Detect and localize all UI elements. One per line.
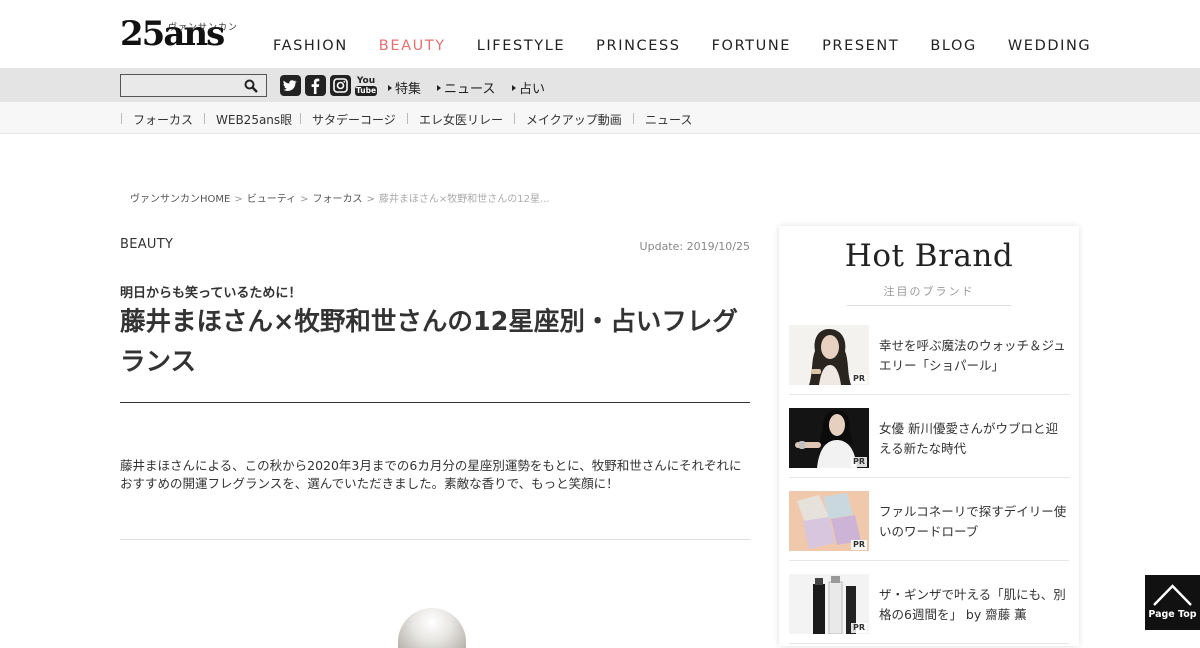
main-nav-fortune[interactable]: FORTUNE xyxy=(712,38,791,58)
breadcrumb-home[interactable]: ヴァンサンカンHOME xyxy=(130,194,230,205)
youtube-icon[interactable]: You Tube xyxy=(355,76,377,97)
hot-brand-subtitle: 注目のブランド xyxy=(883,285,975,298)
main-nav-beauty[interactable]: BEAUTY xyxy=(379,38,446,58)
search-icon[interactable] xyxy=(244,79,258,93)
article-update-date: Update: 2019/10/25 xyxy=(639,240,750,253)
fragrance-bottle-image xyxy=(398,608,466,648)
site-header: 25ans ヴァンサンカン FASHION BEAUTY LIFESTYLE P… xyxy=(0,0,1200,68)
main-nav-blog[interactable]: BLOG xyxy=(930,38,977,58)
instagram-icon[interactable] xyxy=(330,75,351,96)
main-nav-lifestyle[interactable]: LIFESTYLE xyxy=(477,38,565,58)
twitter-icon[interactable] xyxy=(280,75,301,96)
brand-thumbnail[interactable]: PR xyxy=(789,574,869,634)
article-category[interactable]: BEAUTY xyxy=(120,237,173,252)
category-nav: フォーカス WEB25ans眼 サタデーコージ エレ女医リレー メイクアップ動画… xyxy=(0,102,1200,134)
breadcrumb-separator: > xyxy=(366,194,375,205)
content-divider xyxy=(120,539,750,540)
hot-brand-item[interactable]: PR 女優 新川優愛さんがウブロと迎える新たな時代 xyxy=(789,395,1069,478)
title-divider xyxy=(120,402,750,403)
site-logo-kana: ヴァンサンカン xyxy=(168,23,239,33)
hot-brand-title: Hot Brand xyxy=(844,238,1014,274)
page-top-button[interactable]: Page Top xyxy=(1145,575,1200,630)
page-title: 藤井まほさん×牧野和世さんの12星座別・占いフレグランス xyxy=(120,307,738,377)
brand-thumbnail[interactable]: PR xyxy=(789,491,869,551)
category-doctor-relay[interactable]: エレ女医リレー xyxy=(419,111,503,128)
hot-brand-item-text[interactable]: 女優 新川優愛さんがウブロと迎える新たな時代 xyxy=(879,419,1067,459)
youtube-you-text: You xyxy=(356,76,376,86)
utility-bar: You Tube 特集 ニュース 占い xyxy=(0,68,1200,102)
sub-nav-fortune[interactable]: 占い xyxy=(512,78,545,97)
category-separator xyxy=(407,113,408,124)
main-nav-wedding[interactable]: WEDDING xyxy=(1008,38,1091,58)
hot-brand-item-text[interactable]: ファルコネーリで探すデイリー使いのワードローブ xyxy=(879,502,1067,542)
category-focus[interactable]: フォーカス xyxy=(133,111,193,128)
breadcrumb: ヴァンサンカンHOME > ビューティ > フォーカス > 藤井まほさん×牧野和世さんの12… xyxy=(130,190,550,205)
article-lead: 藤井まほさんによる、この秋から2020年3月までの6カ月分の星座別運勢をもとに、… xyxy=(120,458,742,491)
hot-brand-item-text[interactable]: 幸せを呼ぶ魔法のウォッチ＆ジュエリー「ショパール」 xyxy=(879,336,1067,376)
breadcrumb-beauty[interactable]: ビューティ xyxy=(247,194,296,205)
category-saturday-koji[interactable]: サタデーコージ xyxy=(312,111,396,128)
brand-thumbnail[interactable]: PR xyxy=(789,408,869,468)
breadcrumb-focus[interactable]: フォーカス xyxy=(313,194,363,205)
facebook-icon[interactable] xyxy=(305,75,326,96)
hot-brand-item[interactable]: PR ファルコネーリで探すデイリー使いのワードローブ xyxy=(789,478,1069,561)
main-nav-princess[interactable]: PRINCESS xyxy=(596,38,680,58)
hot-brand-item[interactable]: PR 幸せを呼ぶ魔法のウォッチ＆ジュエリー「ショパール」 xyxy=(789,312,1069,395)
pr-badge: PR xyxy=(850,374,867,384)
category-separator xyxy=(204,113,205,124)
breadcrumb-separator: > xyxy=(234,194,243,205)
pr-badge: PR xyxy=(850,623,867,633)
hot-brand-item[interactable]: PR ザ・ギンザで叶える「肌にも、別格の6週間を」 by 齋藤 薫 xyxy=(789,561,1069,644)
hot-brand-divider xyxy=(847,305,1011,306)
category-separator xyxy=(633,113,634,124)
main-nav-present[interactable]: PRESENT xyxy=(822,38,899,58)
main-nav: FASHION BEAUTY LIFESTYLE PRINCESS FORTUN… xyxy=(258,38,1091,58)
page-top-label: Page Top xyxy=(1148,609,1197,620)
pr-badge: PR xyxy=(850,540,867,550)
hot-brand-item-text[interactable]: ザ・ギンザで叶える「肌にも、別格の6週間を」 by 齋藤 薫 xyxy=(879,585,1067,625)
brand-thumbnail[interactable]: PR xyxy=(789,325,869,385)
breadcrumb-current: 藤井まほさん×牧野和世さんの12星... xyxy=(378,194,550,205)
category-separator xyxy=(514,113,515,124)
category-web25ans-eye[interactable]: WEB25ans眼 xyxy=(216,111,292,128)
category-separator xyxy=(121,113,122,124)
sub-nav-feature[interactable]: 特集 xyxy=(388,78,421,97)
main-nav-fashion[interactable]: FASHION xyxy=(273,38,348,58)
hot-brand-panel: Hot Brand 注目のブランド PR 幸せを呼ぶ魔法のウォッチ＆ジュエリー「… xyxy=(779,226,1079,646)
article-subtitle: 明日からも笑っているために！ xyxy=(120,286,302,301)
category-makeup-video[interactable]: メイクアップ動画 xyxy=(526,111,622,128)
sub-nav-news[interactable]: ニュース xyxy=(437,78,495,97)
category-news[interactable]: ニュース xyxy=(645,111,692,128)
pr-badge: PR xyxy=(850,457,867,467)
category-separator xyxy=(300,113,301,124)
youtube-tube-text: Tube xyxy=(355,86,377,96)
breadcrumb-separator: > xyxy=(300,194,309,205)
search-input[interactable] xyxy=(120,74,267,97)
